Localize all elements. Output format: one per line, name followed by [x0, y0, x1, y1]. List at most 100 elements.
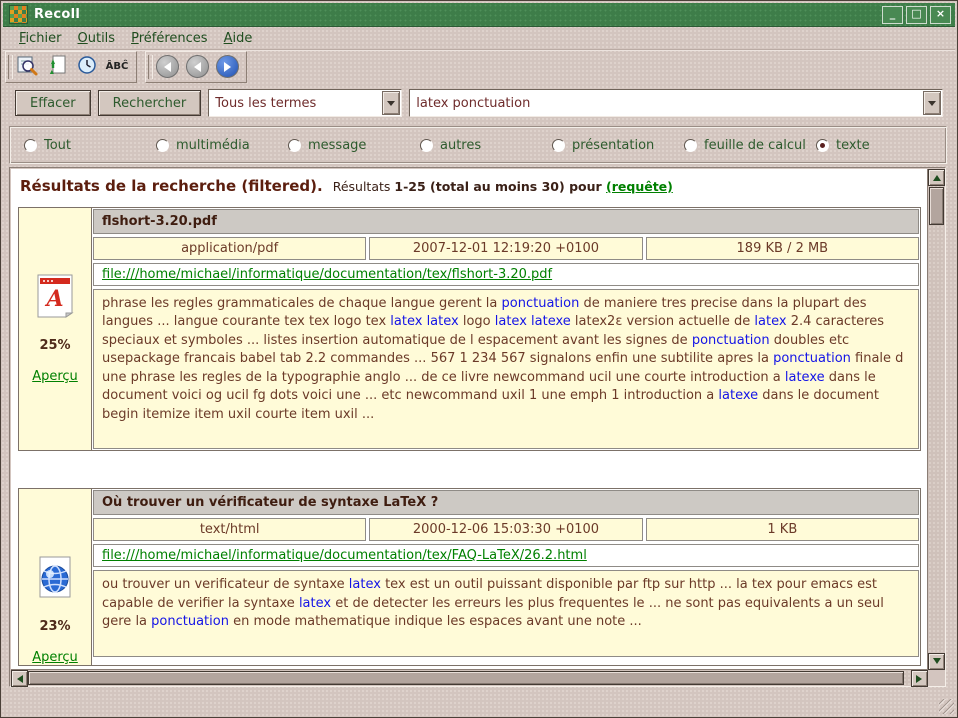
- vertical-scrollbar[interactable]: [927, 169, 944, 670]
- radio-icon[interactable]: [288, 139, 301, 152]
- minimize-button[interactable]: _: [882, 6, 903, 24]
- scroll-down-button[interactable]: [928, 653, 945, 670]
- search-mode-value: Tous les termes: [209, 96, 382, 111]
- history-button[interactable]: [74, 55, 100, 79]
- menu-preferences[interactable]: Préférences: [123, 29, 215, 48]
- search-button[interactable]: Rechercher: [98, 90, 202, 116]
- scroll-up-button[interactable]: [928, 169, 945, 186]
- radio-icon[interactable]: [24, 139, 37, 152]
- result-url-link[interactable]: file:///home/michael/informatique/docume…: [102, 548, 587, 563]
- results-count-prefix: Résultats: [333, 179, 395, 194]
- previous-page-icon: [186, 55, 209, 78]
- term-explorer-button[interactable]: ÂBĈ: [104, 55, 130, 79]
- snippet-text: phrase les regles grammaticales de chaqu…: [102, 296, 502, 311]
- first-page-button[interactable]: [154, 55, 180, 79]
- radio-icon[interactable]: [420, 139, 433, 152]
- search-settings-button[interactable]: [14, 55, 40, 79]
- result-snippet: phrase les regles grammaticales de chaqu…: [93, 289, 919, 449]
- radio-icon[interactable]: [156, 139, 169, 152]
- toolbar-group-navigation: [145, 51, 247, 83]
- toolbar: ÂBĈ: [5, 50, 955, 83]
- snippet-text: logo: [459, 314, 495, 329]
- search-controls: Effacer Rechercher Tous les termes: [15, 89, 943, 117]
- highlighted-term: ponctuation: [773, 351, 851, 366]
- update-index-button[interactable]: [44, 55, 70, 79]
- radio-icon[interactable]: [816, 139, 829, 152]
- scroll-left-button[interactable]: [11, 670, 28, 687]
- radio-icon[interactable]: [684, 139, 697, 152]
- preview-link[interactable]: Aperçu: [32, 369, 78, 384]
- filter-radio[interactable]: texte: [816, 138, 870, 153]
- preview-link[interactable]: Aperçu: [32, 650, 78, 665]
- relevance-percent: 23%: [39, 619, 70, 634]
- title-bar[interactable]: Recoll _ □ ×: [3, 3, 955, 27]
- filter-label: texte: [836, 138, 870, 153]
- result-side-panel: 23% Aperçu: [19, 489, 92, 665]
- highlighted-term: latex: [754, 314, 786, 329]
- filter-label: présentation: [572, 138, 654, 153]
- snippet-text: latex2ε version actuelle de: [571, 314, 755, 329]
- result-details: Où trouver un vérificateur de syntaxe La…: [92, 489, 920, 665]
- filter-radio[interactable]: message: [288, 138, 420, 153]
- previous-page-button[interactable]: [184, 55, 210, 79]
- maximize-button[interactable]: □: [906, 6, 927, 24]
- toolbar-group-tools: ÂBĈ: [5, 51, 137, 83]
- result-size: 189 KB / 2 MB: [646, 237, 919, 260]
- filter-radio[interactable]: autres: [420, 138, 552, 153]
- first-page-icon: [156, 55, 179, 78]
- filter-label: Tout: [44, 138, 71, 153]
- snippet-text: en mode mathematique indique les espaces…: [229, 614, 642, 629]
- highlighted-term: latexe: [718, 388, 758, 403]
- search-entry[interactable]: [409, 89, 943, 117]
- search-mode-select[interactable]: Tous les termes: [208, 89, 402, 117]
- term-explorer-icon: ÂBĈ: [106, 61, 129, 72]
- resize-grip[interactable]: [939, 699, 954, 714]
- document-magnifier-icon: [16, 54, 38, 80]
- highlighted-term: latex: [495, 314, 527, 329]
- result-mime: text/html: [93, 518, 366, 541]
- search-input[interactable]: [410, 96, 923, 111]
- arrow-left-icon: [13, 675, 23, 683]
- clear-button[interactable]: Effacer: [15, 90, 91, 116]
- result-date: 2000-12-06 15:03:30 +0100: [369, 518, 642, 541]
- menu-fichier[interactable]: Fichier: [11, 29, 70, 48]
- menu-outils[interactable]: Outils: [70, 29, 124, 48]
- results-header: Résultats de la recherche (filtered).Rés…: [20, 177, 921, 195]
- window-title: Recoll: [34, 7, 80, 22]
- filter-frame: Tout multimédia message autres présentat…: [9, 126, 947, 164]
- result-side-panel: A 25% Aperçu: [19, 208, 92, 450]
- highlighted-term: latexe: [785, 370, 825, 385]
- result-date: 2007-12-01 12:19:20 +0100: [369, 237, 642, 260]
- arrow-down-icon: [933, 658, 941, 668]
- menu-aide[interactable]: Aide: [216, 29, 261, 48]
- results-items: A 25% Aperçu flshort-3.20.pdf app: [18, 207, 921, 666]
- scroll-right-button[interactable]: [911, 670, 928, 687]
- filter-radio[interactable]: présentation: [552, 138, 684, 153]
- chevron-down-icon[interactable]: [382, 91, 400, 115]
- horizontal-scrollbar[interactable]: [11, 669, 928, 685]
- svg-text:A: A: [44, 286, 63, 312]
- close-button[interactable]: ×: [930, 6, 951, 24]
- filter-radio[interactable]: multimédia: [156, 138, 288, 153]
- result-meta-row: text/html 2000-12-06 15:03:30 +0100 1 KB: [93, 518, 919, 541]
- next-page-button[interactable]: [214, 55, 240, 79]
- query-link[interactable]: (requête): [606, 179, 673, 194]
- snippet-text: ou trouver un verificateur de syntaxe: [102, 577, 349, 592]
- chevron-down-icon[interactable]: [923, 91, 941, 115]
- vertical-scrollbar-thumb[interactable]: [929, 187, 944, 225]
- highlighted-term: latex: [390, 314, 422, 329]
- horizontal-scrollbar-thumb[interactable]: [28, 671, 904, 685]
- filter-radio[interactable]: feuille de calcul: [684, 138, 816, 153]
- next-page-icon: [216, 55, 239, 78]
- results-count: 1-25 (total au moins 30) pour: [394, 179, 606, 194]
- highlighted-term: ponctuation: [502, 296, 580, 311]
- result-entry: 23% Aperçu Où trouver un vérificateur de…: [18, 488, 921, 666]
- result-entry: A 25% Aperçu flshort-3.20.pdf app: [18, 207, 921, 451]
- highlighted-term: latex: [427, 314, 459, 329]
- pdf-file-icon[interactable]: A: [35, 303, 75, 322]
- radio-icon[interactable]: [552, 139, 565, 152]
- result-meta-row: application/pdf 2007-12-01 12:19:20 +010…: [93, 237, 919, 260]
- result-url-link[interactable]: file:///home/michael/informatique/docume…: [102, 267, 552, 282]
- filter-radio[interactable]: Tout: [24, 138, 156, 153]
- html-file-icon[interactable]: [35, 584, 75, 603]
